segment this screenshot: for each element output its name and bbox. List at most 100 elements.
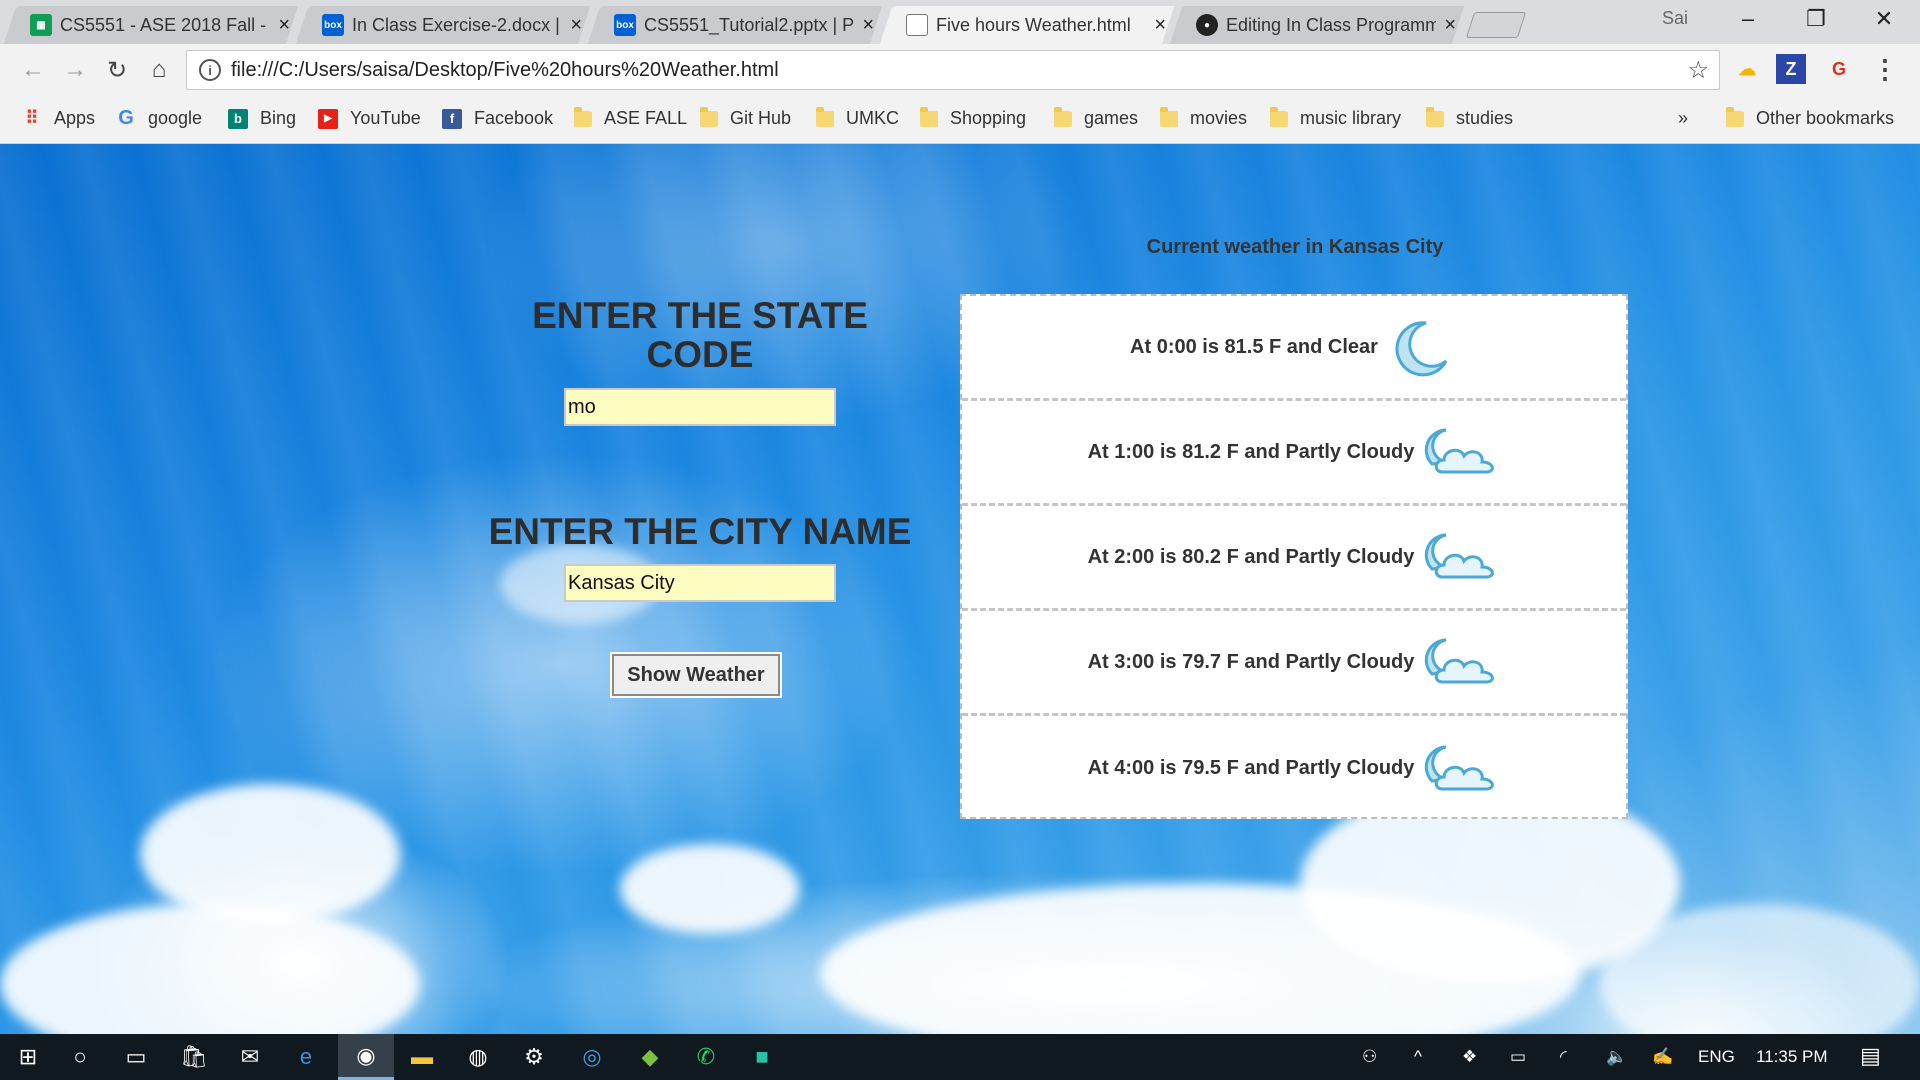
webstorm-icon[interactable]: ■: [734, 1034, 790, 1080]
file-explorer-icon[interactable]: ▬: [394, 1034, 450, 1080]
chrome-icon[interactable]: ◉: [338, 1034, 394, 1080]
minimize-icon[interactable]: –: [1718, 6, 1778, 32]
windows-taskbar: ⊞ ○ ▭ 🛍 ✉ e ◉ ▬ ◍ ⚙ ◎ ◆ ✆ ■ ⚇ ^ ❖ ▭ ◜ 🔈 …: [0, 1034, 1920, 1080]
notifications-icon[interactable]: ▤: [1860, 1043, 1881, 1069]
language-indicator[interactable]: ENG: [1698, 1047, 1735, 1067]
weather-extension-icon[interactable]: ☁: [1732, 54, 1762, 84]
bookmark-folder-umkc[interactable]: UMKC: [816, 106, 899, 129]
tab-weather[interactable]: Five hours Weather.html ×: [876, 6, 1178, 44]
grammarly-extension-icon[interactable]: G: [1824, 54, 1854, 84]
bookmark-apps[interactable]: ⠿ Apps: [22, 108, 95, 129]
folder-icon: [1054, 106, 1072, 127]
tab-title: Five hours Weather.html: [936, 14, 1131, 35]
address-bar[interactable]: i file:///C:/Users/saisa/Desktop/Five%20…: [186, 50, 1720, 90]
box-icon: box: [322, 14, 344, 36]
close-icon[interactable]: ×: [862, 14, 874, 37]
more-bookmarks-chevron[interactable]: »: [1678, 108, 1688, 129]
volume-icon[interactable]: 🔈: [1606, 1047, 1627, 1067]
dropbox-icon[interactable]: ❖: [1462, 1047, 1477, 1067]
back-icon[interactable]: ←: [18, 56, 48, 84]
reload-icon[interactable]: ↻: [102, 56, 132, 85]
close-icon[interactable]: ×: [278, 14, 290, 37]
bookmark-bing[interactable]: b Bing: [228, 108, 296, 129]
bookmark-youtube[interactable]: ▶ YouTube: [318, 108, 421, 129]
layers-app-icon[interactable]: ◆: [622, 1034, 678, 1080]
state-code-heading: ENTER THE STATE CODE: [532, 295, 868, 375]
browser-toolbar: ← → ↻ ⌂ i file:///C:/Users/saisa/Desktop…: [0, 44, 1920, 98]
bookmark-folder-music-library[interactable]: music library: [1270, 106, 1401, 129]
bookmark-folder-shopping[interactable]: Shopping: [920, 106, 1027, 129]
new-tab-button[interactable]: [1465, 12, 1527, 38]
moon-icon: [1395, 321, 1448, 377]
forecast-text: At 3:00 is 79.7 F and Partly Cloudy: [1087, 650, 1415, 673]
bookmark-facebook[interactable]: f Facebook: [442, 108, 553, 129]
task-view-icon[interactable]: ▭: [108, 1034, 164, 1080]
tab-strip: ▦ CS5551 - ASE 2018 Fall - × box In Clas…: [0, 0, 1920, 44]
bookmark-google[interactable]: G google: [116, 107, 202, 129]
whatsapp-icon[interactable]: ✆: [678, 1034, 734, 1080]
bookmark-folder-git-hub[interactable]: Git Hub: [700, 106, 791, 129]
bookmark-star-icon[interactable]: ☆: [1687, 56, 1709, 85]
city-name-input[interactable]: [564, 564, 836, 602]
bing-icon: b: [228, 108, 248, 129]
folder-icon: [1160, 106, 1178, 127]
tab-github[interactable]: ● Editing In Class Programm ×: [1166, 6, 1468, 44]
bookmark-label: UMKC: [846, 108, 899, 128]
tab-title: In Class Exercise-2.docx |: [352, 14, 560, 35]
forecast-row: At 1:00 is 81.2 F and Partly Cloudy: [962, 401, 1626, 506]
people-icon[interactable]: ⚇: [1362, 1047, 1377, 1067]
bookmark-folder-movies[interactable]: movies: [1160, 106, 1247, 129]
bookmark-folder-studies[interactable]: studies: [1426, 106, 1513, 129]
wifi-icon[interactable]: ◜: [1560, 1047, 1567, 1067]
tab-docx[interactable]: box In Class Exercise-2.docx | ×: [292, 6, 594, 44]
bookmark-label: Apps: [54, 108, 96, 128]
url-text[interactable]: file:///C:/Users/saisa/Desktop/Five%20ho…: [231, 59, 1687, 82]
edge-icon[interactable]: e: [278, 1034, 334, 1080]
forecast-text: At 4:00 is 79.5 F and Partly Cloudy: [1087, 757, 1415, 779]
tab-title: Editing In Class Programm: [1226, 14, 1437, 35]
show-weather-button[interactable]: Show Weather: [610, 652, 782, 698]
forecast-row: At 4:00 is 79.5 F and Partly Cloudy: [962, 716, 1626, 821]
bookmark-label: ASE FALL: [604, 108, 688, 128]
windows-start-icon[interactable]: ⊞: [0, 1034, 56, 1080]
bookmark-folder-games[interactable]: games: [1054, 106, 1138, 129]
profile-name[interactable]: Sai: [1662, 8, 1688, 29]
close-icon[interactable]: ×: [1444, 14, 1456, 37]
zotero-extension-icon[interactable]: Z: [1776, 54, 1806, 84]
clock[interactable]: 11:35 PM: [1756, 1047, 1828, 1067]
partly-cloudy-night-icon: [1425, 533, 1495, 579]
cortana-search-icon[interactable]: ○: [52, 1034, 108, 1080]
battery-icon[interactable]: ▭: [1510, 1047, 1526, 1067]
bookmark-other-bookmarks[interactable]: Other bookmarks: [1726, 106, 1894, 129]
bookmark-label: Shopping: [950, 108, 1027, 128]
store-icon[interactable]: 🛍: [166, 1034, 222, 1080]
github-icon: ●: [1196, 14, 1218, 36]
forward-icon[interactable]: →: [60, 56, 90, 84]
folder-icon: [1726, 106, 1744, 127]
city-name-heading: ENTER THE CITY NAME: [488, 511, 912, 552]
cloud-decoration: [620, 844, 800, 934]
tab-pptx[interactable]: box CS5551_Tutorial2.pptx | P ×: [584, 6, 886, 44]
bookmark-folder-ase-fall[interactable]: ASE FALL: [574, 106, 688, 129]
forecast-row: At 3:00 is 79.7 F and Partly Cloudy: [962, 611, 1626, 716]
tab-spreadsheet[interactable]: ▦ CS5551 - ASE 2018 Fall - ×: [0, 6, 302, 44]
home-icon[interactable]: ⌂: [144, 56, 174, 84]
restore-icon[interactable]: ❐: [1786, 6, 1846, 32]
close-icon[interactable]: ×: [570, 14, 582, 37]
pen-icon[interactable]: ✍: [1652, 1047, 1673, 1067]
forecast-text: At 1:00 is 81.2 F and Partly Cloudy: [1087, 440, 1415, 463]
browser-app-icon[interactable]: ◎: [564, 1034, 620, 1080]
sheets-icon: ▦: [30, 14, 52, 36]
app-icon[interactable]: ◍: [450, 1034, 506, 1080]
info-icon[interactable]: i: [199, 59, 221, 81]
cloud-decoration: [140, 784, 400, 924]
mail-icon[interactable]: ✉: [222, 1034, 278, 1080]
folder-icon: [1270, 106, 1288, 127]
chevron-up-icon[interactable]: ^: [1414, 1047, 1422, 1067]
close-icon[interactable]: ×: [1154, 14, 1166, 37]
steam-icon[interactable]: ⚙: [506, 1034, 562, 1080]
state-code-input[interactable]: [564, 388, 836, 426]
menu-dots-icon[interactable]: ⋮: [1870, 54, 1900, 84]
close-window-icon[interactable]: ✕: [1854, 6, 1914, 32]
forecast-text: At 2:00 is 80.2 F and Partly Cloudy: [1087, 545, 1415, 568]
